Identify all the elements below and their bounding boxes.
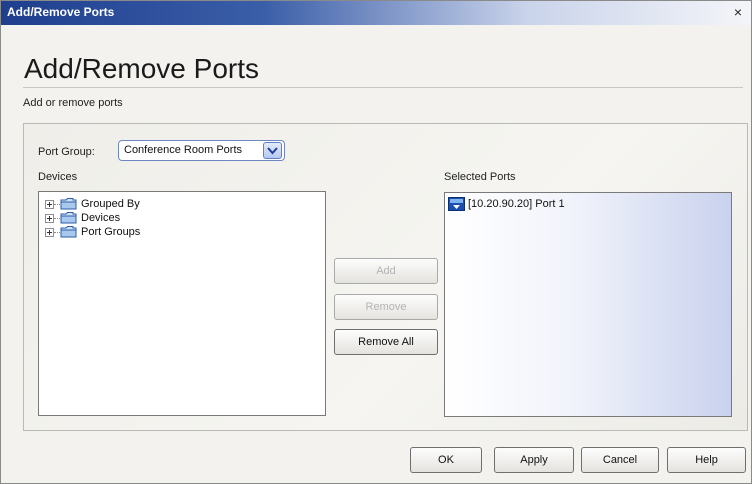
tree-item-label: Port Groups (81, 226, 141, 238)
devices-label: Devices (38, 171, 78, 183)
list-item-label: [10.20.90.20] Port 1 (468, 198, 565, 210)
add-remove-ports-dialog: Add/Remove Ports × Add/Remove Ports Add … (0, 0, 752, 484)
title-bar: Add/Remove Ports × (1, 1, 751, 25)
cancel-button[interactable]: Cancel (581, 447, 659, 473)
page-title: Add/Remove Ports (24, 53, 259, 84)
remove-all-button[interactable]: Remove All (334, 329, 438, 355)
expand-icon[interactable] (45, 200, 54, 209)
tree-item-label: Grouped By (81, 198, 140, 210)
port-group-select[interactable]: Conference Room Ports (118, 140, 285, 161)
remove-button[interactable]: Remove (334, 294, 438, 320)
heading-divider (23, 87, 743, 88)
window-title: Add/Remove Ports (7, 5, 115, 19)
ok-button[interactable]: OK (410, 447, 482, 473)
folder-icon (60, 225, 78, 242)
selected-ports-list[interactable]: [10.20.90.20] Port 1 (444, 192, 732, 417)
chevron-down-icon[interactable] (263, 142, 282, 159)
port-group-selected-value: Conference Room Ports (124, 144, 242, 156)
apply-button[interactable]: Apply (494, 447, 574, 473)
selected-ports-label: Selected Ports (444, 171, 516, 183)
add-button[interactable]: Add (334, 258, 438, 284)
close-icon[interactable]: × (729, 3, 747, 21)
devices-tree[interactable]: Grouped By Devices Port Groups (38, 191, 326, 416)
page-subtitle: Add or remove ports (23, 97, 123, 109)
expand-icon[interactable] (45, 228, 54, 237)
expand-icon[interactable] (45, 214, 54, 223)
port-icon (448, 197, 465, 214)
help-button[interactable]: Help (667, 447, 746, 473)
tree-item-label: Devices (81, 212, 121, 224)
port-group-label: Port Group: (38, 146, 95, 158)
